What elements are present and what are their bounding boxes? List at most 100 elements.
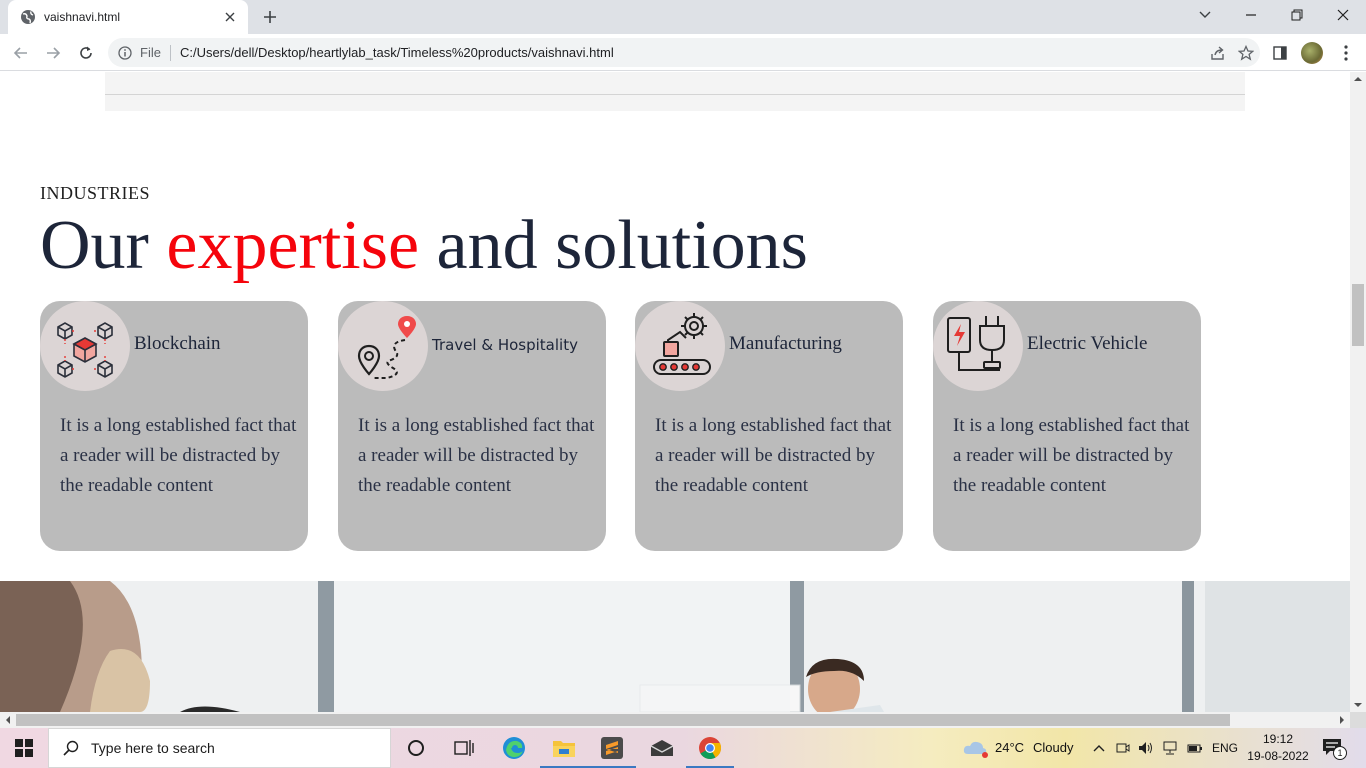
- restore-icon: [1291, 9, 1303, 21]
- horizontal-scroll-thumb[interactable]: [16, 714, 1230, 726]
- meet-now-icon[interactable]: [1116, 741, 1130, 755]
- weather-temperature[interactable]: 24°C: [995, 740, 1024, 755]
- start-button[interactable]: [0, 728, 48, 768]
- scrollbar-corner: [1350, 712, 1366, 728]
- section-eyebrow: INDUSTRIES: [40, 183, 151, 203]
- side-panel-button[interactable]: [1268, 41, 1292, 65]
- profile-button[interactable]: [1300, 41, 1324, 65]
- scroll-up-icon[interactable]: [1350, 74, 1366, 84]
- globe-icon: [21, 10, 35, 24]
- new-tab-button[interactable]: [258, 6, 282, 28]
- manufacturing-conveyor-icon: [635, 301, 725, 391]
- notification-center-button[interactable]: 1: [1322, 738, 1347, 760]
- clock-date: 19-08-2022: [1247, 749, 1309, 763]
- chevron-down-icon: [1199, 11, 1211, 18]
- taskbar-chrome[interactable]: [686, 728, 734, 768]
- taskbar-search[interactable]: Type here to search: [48, 728, 391, 768]
- weather-condition[interactable]: Cloudy: [1033, 740, 1073, 755]
- chevron-up-icon[interactable]: [1093, 744, 1105, 752]
- travel-map-icon: [338, 301, 428, 391]
- taskbar-file-explorer[interactable]: [540, 728, 588, 768]
- tab-title: vaishnavi.html: [44, 10, 121, 24]
- network-icon[interactable]: [1162, 741, 1178, 755]
- plus-icon: [264, 11, 276, 23]
- arrow-left-icon: [13, 47, 27, 59]
- windows-logo-icon: [15, 739, 33, 757]
- office-photo: [0, 581, 1350, 712]
- kebab-menu-icon: [1344, 45, 1348, 61]
- restore-button[interactable]: [1274, 0, 1320, 30]
- windows-taskbar: Type here to search 24°C Cloudy ENG 19:1…: [0, 728, 1366, 768]
- headline-part-1: Our: [40, 207, 167, 284]
- card-body: It is a long established fact that a rea…: [60, 415, 297, 496]
- avatar: [1301, 42, 1323, 64]
- tab-strip: vaishnavi.html: [0, 0, 1366, 34]
- share-icon[interactable]: [1204, 41, 1232, 65]
- notification-count-badge: 1: [1333, 746, 1347, 760]
- card-title: Travel & Hospitality: [432, 336, 578, 354]
- bookmark-star-icon[interactable]: [1232, 41, 1260, 65]
- taskbar-edge[interactable]: [490, 728, 538, 768]
- card-body: It is a long established fact that a rea…: [953, 415, 1190, 496]
- browser-tab[interactable]: vaishnavi.html: [8, 0, 248, 34]
- tab-search-button[interactable]: [1182, 0, 1228, 30]
- taskbar-sublime-text[interactable]: [588, 728, 636, 768]
- close-tab-icon[interactable]: [222, 9, 238, 25]
- headline-part-2: and solutions: [419, 207, 808, 284]
- volume-icon[interactable]: [1138, 741, 1154, 755]
- section-headline: Our expertise and solutions: [40, 206, 808, 286]
- side-panel-icon: [1273, 46, 1287, 60]
- minimize-button[interactable]: [1228, 0, 1274, 30]
- url-text[interactable]: C:/Users/dell/Desktop/heartlylab_task/Ti…: [180, 45, 1204, 60]
- close-window-button[interactable]: [1320, 0, 1366, 30]
- edge-icon: [503, 737, 525, 759]
- page-viewport: INDUSTRIES Our expertise and solutions B…: [0, 72, 1350, 712]
- scroll-down-icon[interactable]: [1350, 700, 1366, 710]
- task-view-button[interactable]: [440, 728, 488, 768]
- cortana-button[interactable]: [392, 728, 440, 768]
- industry-card-electric-vehicle[interactable]: Electric Vehicle It is a long establishe…: [933, 301, 1201, 551]
- weather-cloud-icon[interactable]: [962, 738, 988, 758]
- minimize-icon: [1246, 14, 1256, 16]
- reload-icon: [80, 46, 92, 59]
- folder-icon: [553, 741, 575, 757]
- scroll-left-icon[interactable]: [3, 712, 13, 728]
- industry-card-travel[interactable]: Travel & Hospitality It is a long establ…: [338, 301, 606, 551]
- horizontal-scrollbar[interactable]: [0, 712, 1350, 728]
- vertical-scrollbar[interactable]: [1350, 72, 1366, 712]
- search-placeholder: Type here to search: [91, 740, 215, 756]
- back-button[interactable]: [9, 41, 33, 65]
- previous-section-footer: [105, 72, 1245, 111]
- cortana-circle-icon: [408, 740, 424, 756]
- mail-icon: [650, 740, 674, 756]
- card-title: Blockchain: [134, 333, 221, 354]
- arrow-right-icon: [47, 47, 61, 59]
- industry-card-manufacturing[interactable]: Manufacturing It is a long established f…: [635, 301, 903, 551]
- divider: [105, 94, 1245, 95]
- industry-card-blockchain[interactable]: Blockchain It is a long established fact…: [40, 301, 308, 551]
- taskbar-mail[interactable]: [638, 728, 686, 768]
- scheme-label: File: [140, 44, 171, 61]
- forward-button[interactable]: [41, 41, 65, 65]
- battery-plug-icon[interactable]: [1187, 741, 1203, 755]
- vertical-scroll-thumb[interactable]: [1352, 284, 1364, 346]
- address-bar[interactable]: File C:/Users/dell/Desktop/heartlylab_ta…: [108, 38, 1260, 67]
- scroll-right-icon[interactable]: [1337, 712, 1347, 728]
- search-icon: [63, 740, 79, 756]
- ev-charger-icon: [933, 301, 1023, 391]
- blockchain-icon: [40, 301, 130, 391]
- browser-toolbar: File C:/Users/dell/Desktop/heartlylab_ta…: [0, 34, 1366, 71]
- reload-button[interactable]: [74, 41, 98, 65]
- chrome-icon: [699, 737, 722, 759]
- language-indicator[interactable]: ENG: [1212, 741, 1238, 755]
- system-clock[interactable]: 19:12 19-08-2022: [1244, 731, 1312, 765]
- clock-time: 19:12: [1262, 732, 1294, 746]
- card-body: It is a long established fact that a rea…: [655, 415, 892, 496]
- card-title: Manufacturing: [729, 333, 842, 354]
- task-view-icon: [454, 740, 474, 756]
- headline-accent: expertise: [166, 207, 420, 284]
- card-body: It is a long established fact that a rea…: [358, 415, 595, 496]
- info-icon[interactable]: [118, 45, 132, 60]
- close-icon: [1337, 9, 1349, 21]
- browser-menu-button[interactable]: [1334, 41, 1358, 65]
